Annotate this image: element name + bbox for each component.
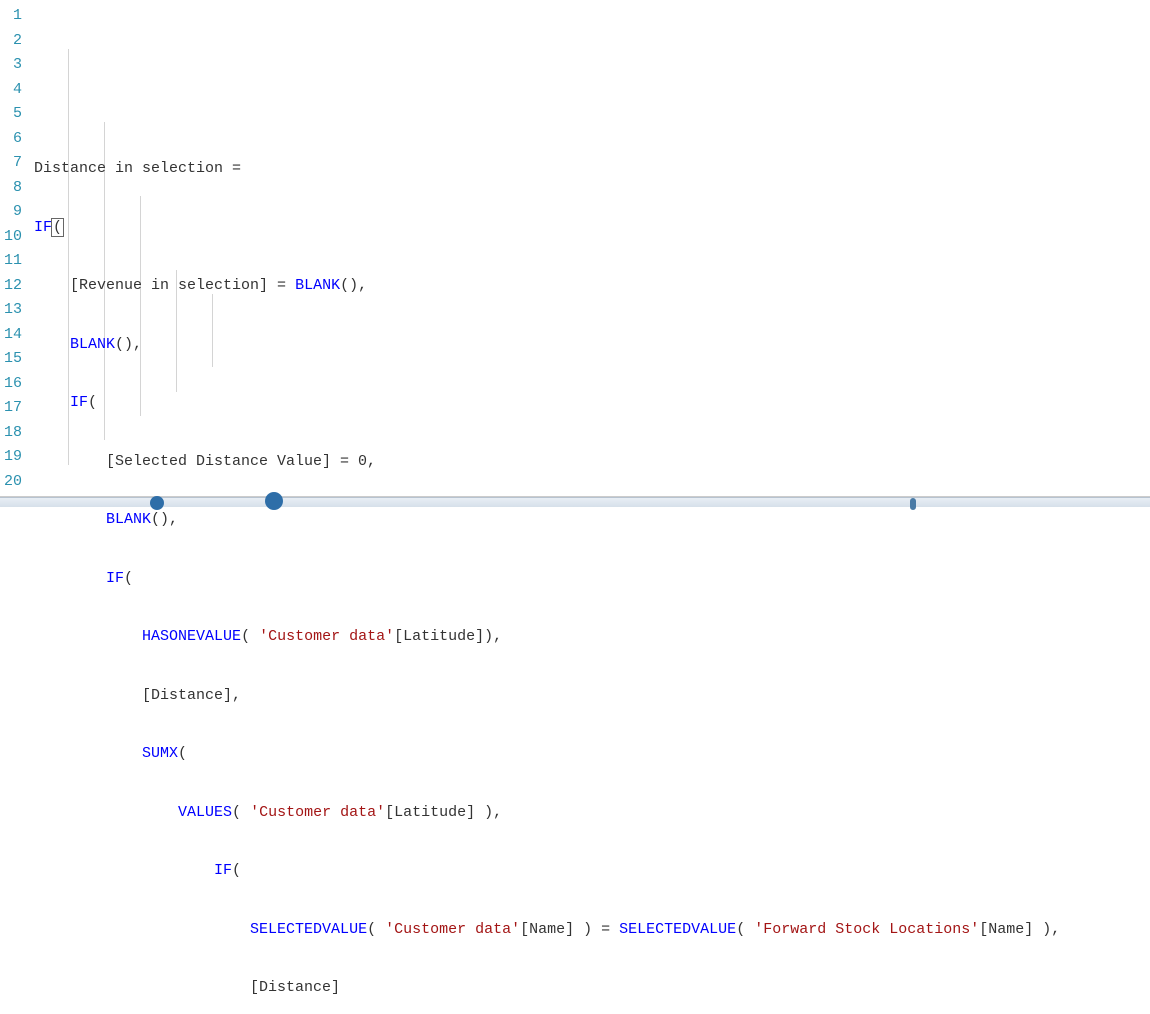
- code-line[interactable]: VALUES( 'Customer data'[Latitude] ),: [34, 801, 1150, 826]
- code-line[interactable]: Distance in selection =: [34, 157, 1150, 182]
- footer-strip: [0, 497, 1150, 507]
- line-number: 16: [0, 372, 28, 397]
- line-number: 3: [0, 53, 28, 78]
- line-number: 8: [0, 176, 28, 201]
- line-number: 4: [0, 78, 28, 103]
- line-number: 15: [0, 347, 28, 372]
- code-line[interactable]: IF(: [34, 567, 1150, 592]
- line-number: 17: [0, 396, 28, 421]
- code-line[interactable]: [Revenue in selection] = BLANK(),: [34, 274, 1150, 299]
- line-number: 13: [0, 298, 28, 323]
- code-line[interactable]: BLANK(),: [34, 508, 1150, 533]
- code-area[interactable]: Distance in selection = IF( [Revenue in …: [28, 0, 1150, 496]
- line-number: 12: [0, 274, 28, 299]
- code-line[interactable]: IF(: [34, 859, 1150, 884]
- code-line[interactable]: IF(: [34, 391, 1150, 416]
- code-editor[interactable]: 1 2 3 4 5 6 7 8 9 10 11 12 13 14 15 16 1…: [0, 0, 1150, 497]
- line-number: 1: [0, 4, 28, 29]
- line-number: 6: [0, 127, 28, 152]
- code-line[interactable]: SELECTEDVALUE( 'Customer data'[Name] ) =…: [34, 918, 1150, 943]
- code-line[interactable]: HASONEVALUE( 'Customer data'[Latitude]),: [34, 625, 1150, 650]
- line-number: 14: [0, 323, 28, 348]
- code-line[interactable]: [Distance],: [34, 684, 1150, 709]
- line-number-gutter: 1 2 3 4 5 6 7 8 9 10 11 12 13 14 15 16 1…: [0, 0, 28, 496]
- line-number: 19: [0, 445, 28, 470]
- code-line[interactable]: IF(: [34, 216, 1150, 241]
- line-number: 10: [0, 225, 28, 250]
- code-line[interactable]: [Distance]: [34, 976, 1150, 1001]
- line-number: 18: [0, 421, 28, 446]
- code-line[interactable]: [Selected Distance Value] = 0,: [34, 450, 1150, 475]
- line-number: 7: [0, 151, 28, 176]
- line-number: 20: [0, 470, 28, 495]
- code-line[interactable]: BLANK(),: [34, 333, 1150, 358]
- line-number: 9: [0, 200, 28, 225]
- line-number: 2: [0, 29, 28, 54]
- line-number: 11: [0, 249, 28, 274]
- code-line[interactable]: SUMX(: [34, 742, 1150, 767]
- line-number: 5: [0, 102, 28, 127]
